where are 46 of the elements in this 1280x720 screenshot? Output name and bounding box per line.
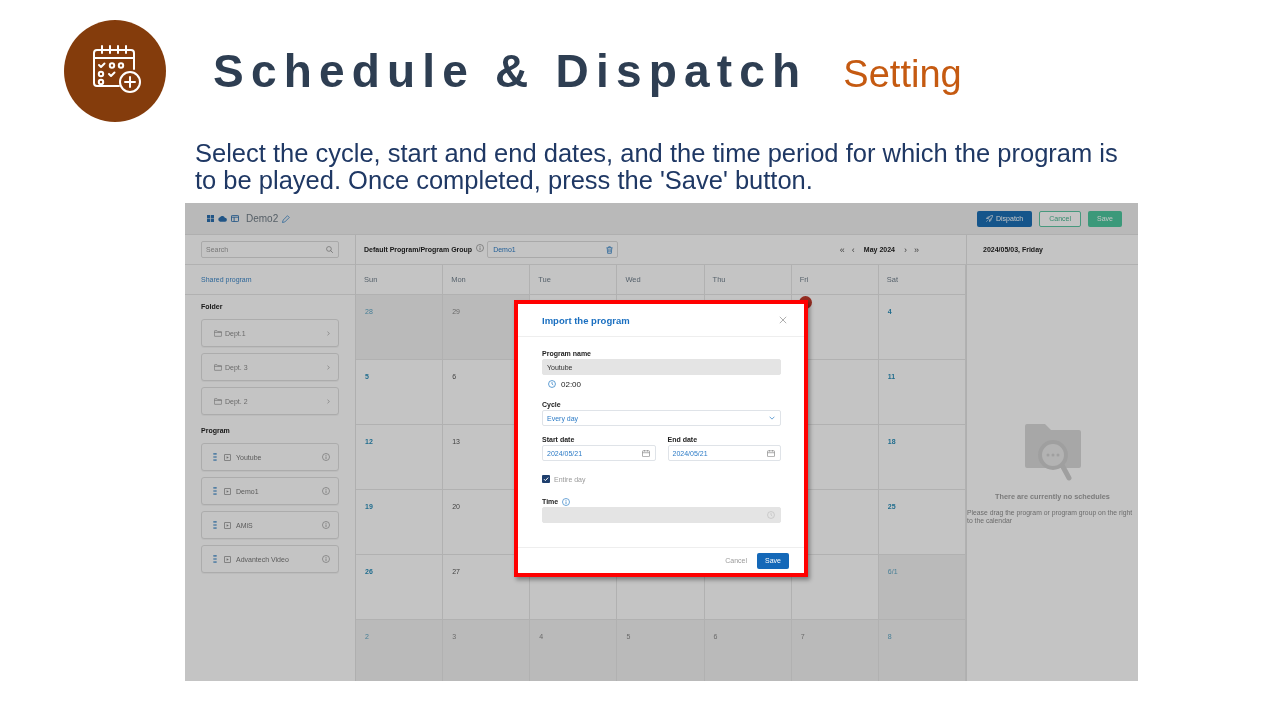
slide-subtitle: Setting <box>843 53 962 96</box>
project-title: Demo2 <box>246 213 279 224</box>
cloud-icon <box>218 215 227 222</box>
info-icon <box>562 497 571 506</box>
pencil-icon[interactable] <box>282 214 291 223</box>
info-icon <box>476 243 485 252</box>
drag-handle-icon[interactable] <box>213 453 217 461</box>
chevron-down-icon <box>769 416 775 420</box>
instructions-text: Select the cycle, start and end dates, and the time period for which the program is to be played. Once completed, press the 'Save' button. <box>195 140 1119 194</box>
info-icon[interactable] <box>322 555 330 563</box>
folder-icon <box>214 329 222 337</box>
info-icon[interactable] <box>322 487 330 495</box>
info-icon[interactable] <box>322 453 330 461</box>
windows-icon <box>207 215 214 222</box>
calendar-cell[interactable] <box>791 555 879 620</box>
calendar-icon <box>767 449 775 457</box>
video-icon <box>224 487 231 495</box>
video-icon <box>224 555 231 563</box>
previous-button[interactable]: ‹ <box>851 244 855 255</box>
trash-icon[interactable] <box>606 245 614 254</box>
drag-handle-icon[interactable] <box>213 555 217 563</box>
window-icon <box>231 215 239 222</box>
video-icon <box>224 521 231 529</box>
next-button[interactable]: › <box>904 244 907 255</box>
rocket-icon <box>986 215 993 222</box>
folder-search-icon <box>1024 424 1081 482</box>
info-icon[interactable] <box>322 521 330 529</box>
checkbox[interactable] <box>542 475 550 483</box>
duration-text: 02:00 <box>561 379 582 389</box>
drag-handle-icon[interactable] <box>213 487 217 495</box>
chevron-right-icon <box>327 398 330 404</box>
chevron-right-icon <box>327 364 330 370</box>
jump-back-button[interactable]: « <box>839 244 845 255</box>
calendar-icon <box>641 449 650 457</box>
jump-forward-button[interactable]: » <box>914 244 919 255</box>
drag-handle-icon[interactable] <box>213 521 217 529</box>
folder-icon <box>214 363 222 371</box>
calendar-plus-icon <box>64 20 166 122</box>
video-icon <box>224 453 231 461</box>
close-icon[interactable] <box>779 316 787 324</box>
slide-title: Schedule & Dispatch <box>213 44 808 98</box>
search-icon[interactable] <box>326 246 333 253</box>
clock-icon <box>548 380 556 388</box>
dialog-title: Import the program <box>542 314 631 326</box>
chevron-right-icon <box>327 330 330 336</box>
folder-icon <box>214 397 222 405</box>
